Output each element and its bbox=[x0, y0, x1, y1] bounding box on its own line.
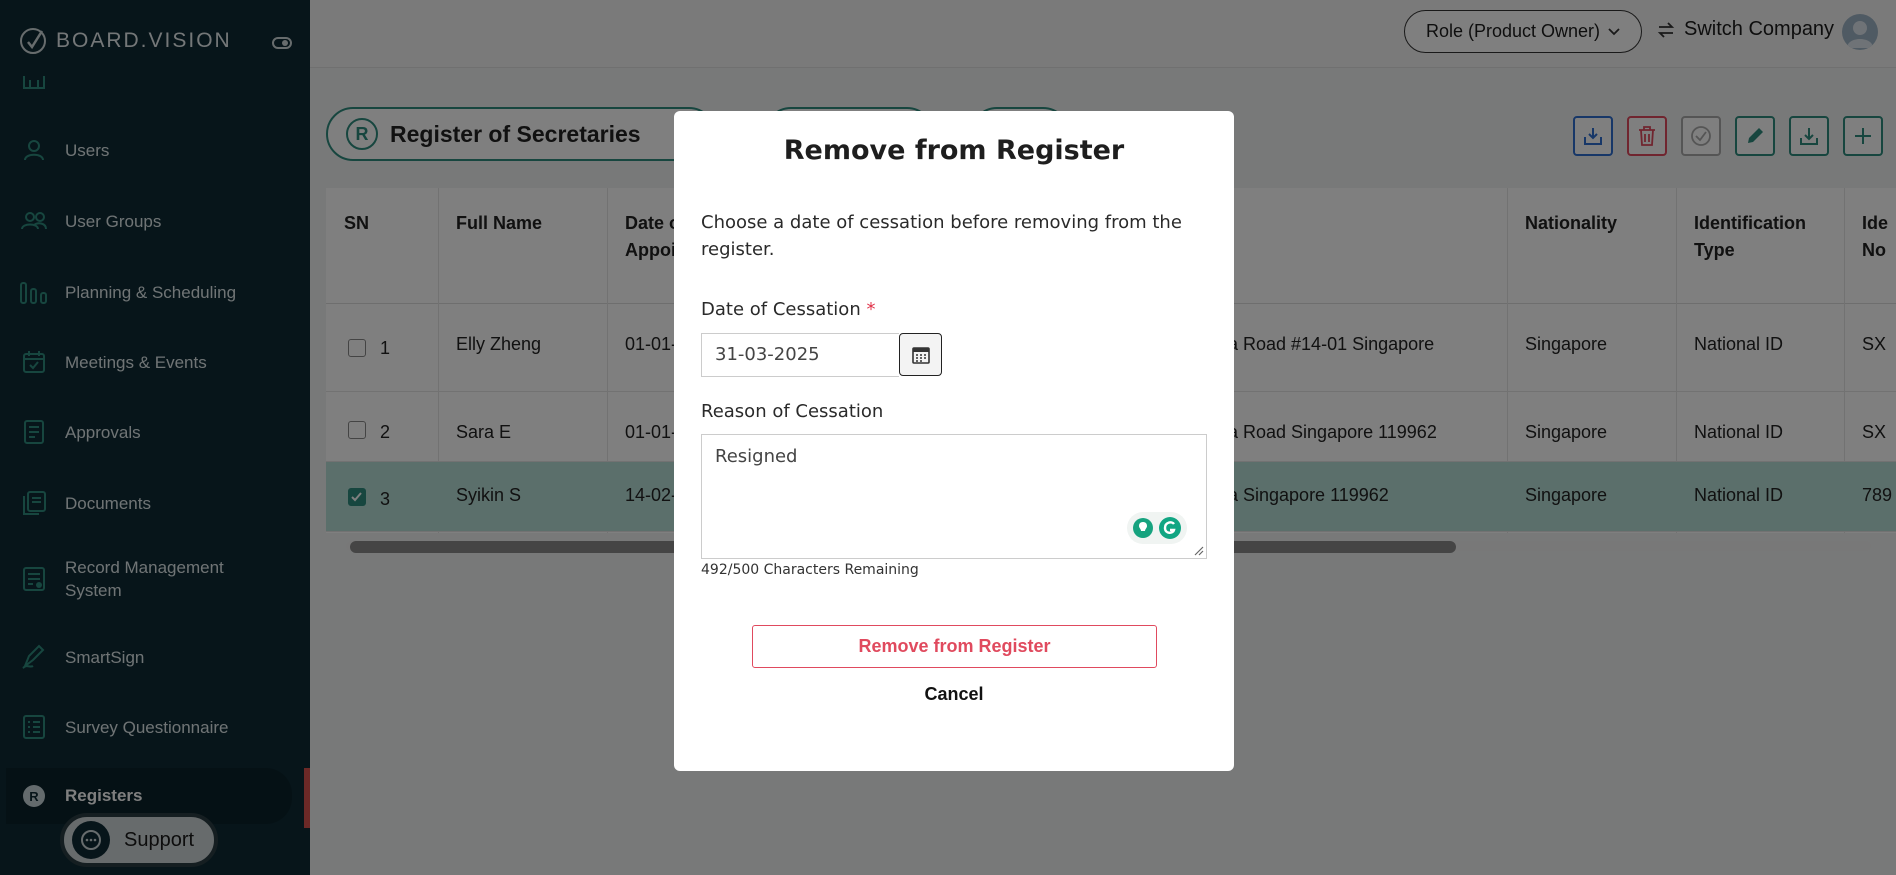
date-of-cessation-input[interactable]: 31-03-2025 bbox=[701, 333, 899, 377]
reason-of-cessation-textarea[interactable]: Resigned bbox=[701, 434, 1207, 559]
required-asterisk: * bbox=[866, 299, 876, 320]
dialog-description: Choose a date of cessation before removi… bbox=[701, 212, 1182, 260]
remove-from-register-button[interactable]: Remove from Register bbox=[752, 625, 1157, 668]
resize-handle-icon[interactable] bbox=[1194, 546, 1204, 556]
calendar-button[interactable] bbox=[899, 333, 942, 376]
cancel-button[interactable]: Cancel bbox=[854, 684, 1054, 714]
grammarly-widget[interactable] bbox=[1127, 512, 1187, 544]
lightbulb-icon bbox=[1133, 518, 1153, 538]
reason-of-cessation-label: Reason of Cessation bbox=[701, 401, 884, 422]
date-of-cessation-label: Date of Cessation * bbox=[701, 299, 875, 320]
remove-from-register-dialog: Remove from Register Choose a date of ce… bbox=[674, 111, 1234, 771]
date-label-text: Date of Cessation bbox=[701, 299, 861, 320]
dialog-title: Remove from Register bbox=[783, 135, 1125, 166]
calendar-icon bbox=[911, 346, 930, 364]
grammarly-icon bbox=[1159, 517, 1181, 539]
character-counter: 492/500 Characters Remaining bbox=[701, 562, 919, 578]
